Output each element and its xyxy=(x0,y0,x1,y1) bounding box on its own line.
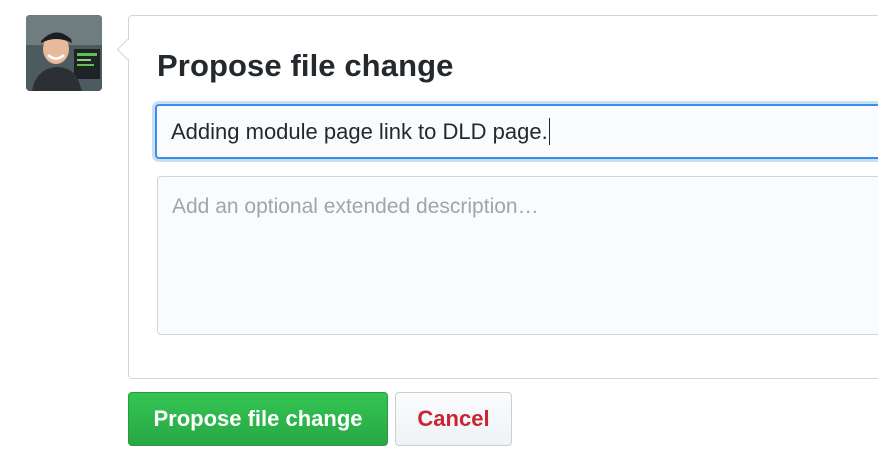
form-title: Propose file change xyxy=(157,48,454,83)
text-caret xyxy=(548,118,551,145)
description-placeholder: Add an optional extended description… xyxy=(172,195,539,218)
card-pointer-arrow xyxy=(116,38,139,61)
commit-summary-value: Adding module page link to DLD page. xyxy=(171,118,548,144)
avatar-image xyxy=(26,15,102,91)
propose-file-change-button[interactable]: Propose file change xyxy=(128,392,388,446)
commit-summary-input[interactable]: Adding module page link to DLD page. xyxy=(155,104,878,159)
commit-form-page: Propose file change Adding module page l… xyxy=(0,0,878,462)
commit-form-card: Propose file change Adding module page l… xyxy=(116,15,878,379)
user-avatar[interactable] xyxy=(26,15,102,91)
cancel-button[interactable]: Cancel xyxy=(395,392,512,446)
extended-description-textarea[interactable]: Add an optional extended description… xyxy=(157,176,878,335)
